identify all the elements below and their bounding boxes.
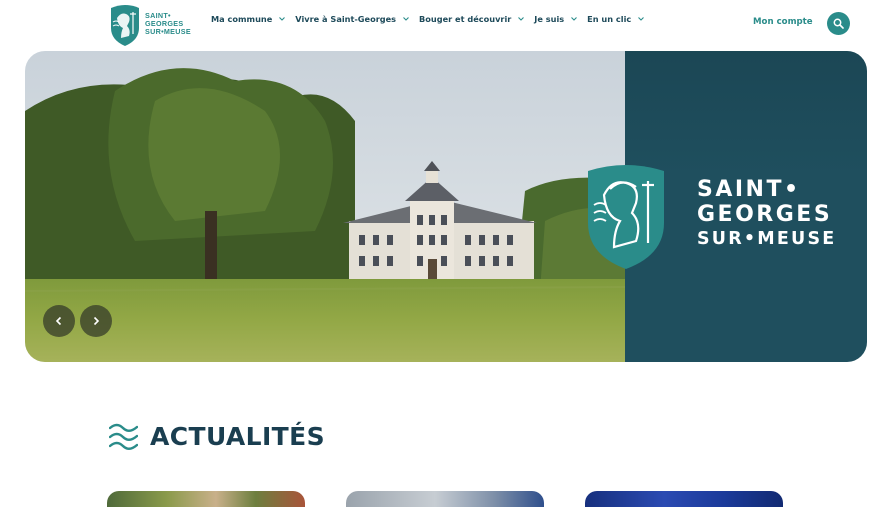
news-card[interactable] <box>346 491 544 507</box>
news-card[interactable] <box>585 491 783 507</box>
nav-item-vivre[interactable]: Vivre à Saint-Georges <box>295 14 410 24</box>
waves-icon <box>109 423 138 450</box>
site-logo[interactable]: SAINT• GEORGES SUR•MEUSE <box>109 1 191 47</box>
search-button[interactable] <box>827 12 850 35</box>
crest-icon <box>111 5 139 46</box>
hero-title-line-1: SAINT• <box>697 177 801 202</box>
hero-title-line-2: GEORGES <box>697 202 833 227</box>
nav-item-bouger[interactable]: Bouger et découvrir <box>419 14 525 24</box>
hero-brand-title: SAINT• GEORGES SUR•MEUSE <box>697 177 836 252</box>
chevron-down-icon <box>279 17 286 21</box>
nav-item-en-un-clic[interactable]: En un clic <box>587 14 645 24</box>
hero-photo-castle <box>25 51 625 362</box>
slider-prev-button[interactable] <box>43 305 75 337</box>
nav-label: Je suis <box>534 14 565 24</box>
site-header: SAINT• GEORGES SUR•MEUSE Ma commune Vivr… <box>0 0 892 46</box>
logo-line-3: SUR•MEUSE <box>145 27 191 36</box>
chevron-down-icon <box>638 17 645 21</box>
nav-label: Vivre à Saint-Georges <box>295 14 397 24</box>
account-link[interactable]: Mon compte <box>753 17 813 27</box>
search-icon <box>833 18 844 29</box>
nav-label: Ma commune <box>211 14 273 24</box>
chevron-down-icon <box>403 17 409 21</box>
hero-title-line-3: SUR•MEUSE <box>697 229 837 249</box>
crest-icon <box>588 165 664 269</box>
chevron-down-icon <box>571 17 578 21</box>
chevron-left-icon <box>55 316 62 326</box>
nav-item-ma-commune[interactable]: Ma commune <box>211 14 286 24</box>
news-section-header: ACTUALITÉS <box>109 421 325 451</box>
hero-slider: SAINT• GEORGES SUR•MEUSE <box>25 51 867 362</box>
chevron-down-icon <box>518 17 525 21</box>
slider-next-button[interactable] <box>80 305 112 337</box>
news-title: ACTUALITÉS <box>150 421 325 451</box>
nav-item-je-suis[interactable]: Je suis <box>534 14 578 24</box>
news-card[interactable] <box>107 491 305 507</box>
nav-label: En un clic <box>587 14 632 24</box>
logo-text: SAINT• GEORGES SUR•MEUSE <box>145 12 191 36</box>
main-nav: Ma commune Vivre à Saint-Georges Bouger … <box>211 14 654 24</box>
chevron-right-icon <box>93 316 100 326</box>
nav-label: Bouger et découvrir <box>419 14 512 24</box>
